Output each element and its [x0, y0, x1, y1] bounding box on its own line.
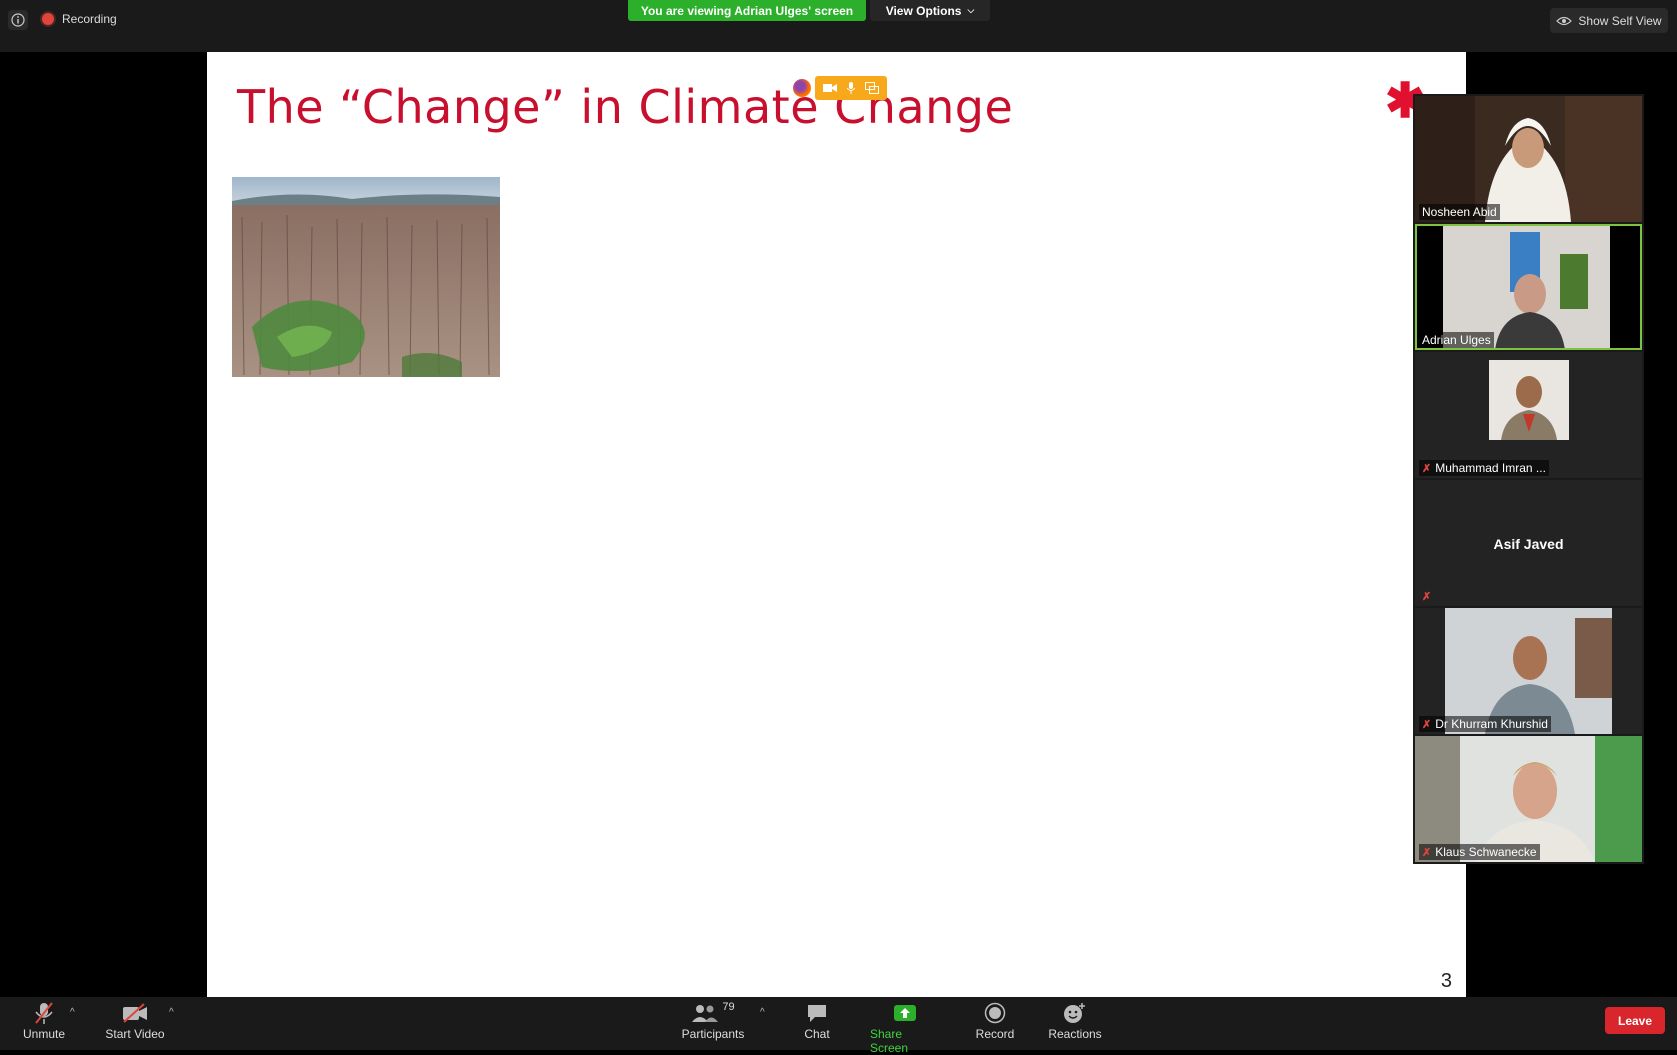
participant-name-label: ✗ Klaus Schwanecke: [1419, 844, 1540, 860]
participant-gallery: Nosheen Abid Adrian Ulges ✗ Muhammad Imr…: [1413, 94, 1644, 864]
participant-name-placeholder: Asif Javed: [1493, 536, 1564, 552]
participant-mute-status: ✗: [1419, 589, 1434, 604]
share-screen-label: Share Screen: [870, 1027, 909, 1055]
meeting-controls-bar: Unmute ^ Start Video ^ 79 Participants ^…: [0, 997, 1677, 1055]
participant-tile[interactable]: ✗ Muhammad Imran ...: [1415, 352, 1642, 478]
unmute-label: Unmute: [22, 1027, 66, 1041]
show-self-view-button[interactable]: Show Self View: [1550, 8, 1668, 33]
start-video-label: Start Video: [105, 1027, 165, 1041]
info-icon[interactable]: [8, 10, 28, 30]
screen-share-indicator[interactable]: [793, 76, 887, 100]
muted-microphone-icon: ✗: [1422, 718, 1432, 731]
slide-title: The “Change” in Climate Change: [237, 80, 1014, 134]
viewing-screen-banner: You are viewing Adrian Ulges' screen: [628, 0, 866, 21]
slide-page-number: 3: [1440, 970, 1452, 992]
share-controls: [815, 76, 887, 100]
participant-name-label: Adrian Ulges: [1419, 332, 1494, 348]
smiley-plus-icon: [1063, 999, 1087, 1027]
view-options-label: View Options: [885, 3, 962, 18]
recording-dot-icon: [42, 13, 54, 25]
chat-label: Chat: [804, 1027, 830, 1041]
participant-name-label: ✗ Dr Khurram Khurshid: [1419, 716, 1551, 732]
participant-name-label: Nosheen Abid: [1419, 204, 1500, 220]
recording-label: Recording: [62, 12, 117, 26]
record-button[interactable]: Record: [974, 999, 1016, 1041]
forest-dieback-photo: [232, 177, 500, 377]
participant-tile[interactable]: Asif Javed ✗: [1415, 480, 1642, 606]
participant-name: Nosheen Abid: [1422, 205, 1497, 219]
participants-label: Participants: [681, 1027, 745, 1041]
participant-name: Adrian Ulges: [1422, 333, 1491, 347]
reactions-label: Reactions: [1048, 1027, 1102, 1041]
video-options-caret-icon[interactable]: ^: [169, 1007, 174, 1018]
reactions-button[interactable]: Reactions: [1048, 999, 1102, 1041]
start-video-button[interactable]: Start Video: [105, 999, 165, 1041]
camera-icon: [823, 84, 837, 92]
audio-options-caret-icon[interactable]: ^: [70, 1007, 75, 1018]
participant-tile[interactable]: Nosheen Abid: [1415, 96, 1642, 222]
chevron-down-icon: ⌵: [967, 5, 975, 15]
leave-meeting-button[interactable]: Leave: [1605, 1007, 1665, 1034]
unmute-button[interactable]: Unmute: [20, 999, 68, 1041]
video-off-icon: [122, 999, 148, 1027]
participant-tile[interactable]: ✗ Dr Khurram Khurshid: [1415, 608, 1642, 734]
record-icon: [984, 999, 1006, 1027]
participant-name: Dr Khurram Khurshid: [1435, 717, 1548, 731]
recording-indicator[interactable]: Recording: [42, 12, 117, 26]
record-label: Record: [975, 1027, 1015, 1041]
participant-name: Muhammad Imran ...: [1435, 461, 1546, 475]
participant-tile[interactable]: ✗ Klaus Schwanecke: [1415, 736, 1642, 862]
microphone-icon: [847, 82, 855, 94]
participants-button[interactable]: 79 Participants: [680, 999, 746, 1041]
participant-tile-active-speaker[interactable]: Adrian Ulges: [1415, 224, 1642, 350]
chat-button[interactable]: Chat: [800, 999, 834, 1041]
eye-icon: [1556, 16, 1573, 25]
muted-microphone-icon: ✗: [1422, 591, 1432, 603]
muted-microphone-icon: ✗: [1422, 846, 1432, 859]
share-screen-icon: [893, 999, 917, 1027]
muted-microphone-icon: ✗: [1422, 462, 1432, 475]
share-screen-button[interactable]: Share Screen: [870, 999, 940, 1055]
view-options-button[interactable]: View Options ⌵: [870, 0, 990, 21]
participant-name: Klaus Schwanecke: [1435, 845, 1537, 859]
participants-count: 79: [722, 1001, 735, 1013]
participants-icon-group: 79: [691, 999, 735, 1027]
meeting-top-bar: Recording You are viewing Adrian Ulges' …: [0, 0, 1677, 52]
shared-screen-slide: The “Change” in Climate Change ✱ 3: [207, 52, 1466, 997]
share-window-icon: [865, 82, 879, 94]
firefox-icon: [793, 79, 811, 97]
microphone-muted-icon: [33, 999, 55, 1027]
chat-bubble-icon: [806, 999, 828, 1027]
participants-options-caret-icon[interactable]: ^: [760, 1007, 765, 1018]
participant-name-label: ✗ Muhammad Imran ...: [1419, 460, 1549, 476]
self-view-label: Show Self View: [1578, 13, 1662, 28]
participants-icon: [692, 1005, 719, 1022]
